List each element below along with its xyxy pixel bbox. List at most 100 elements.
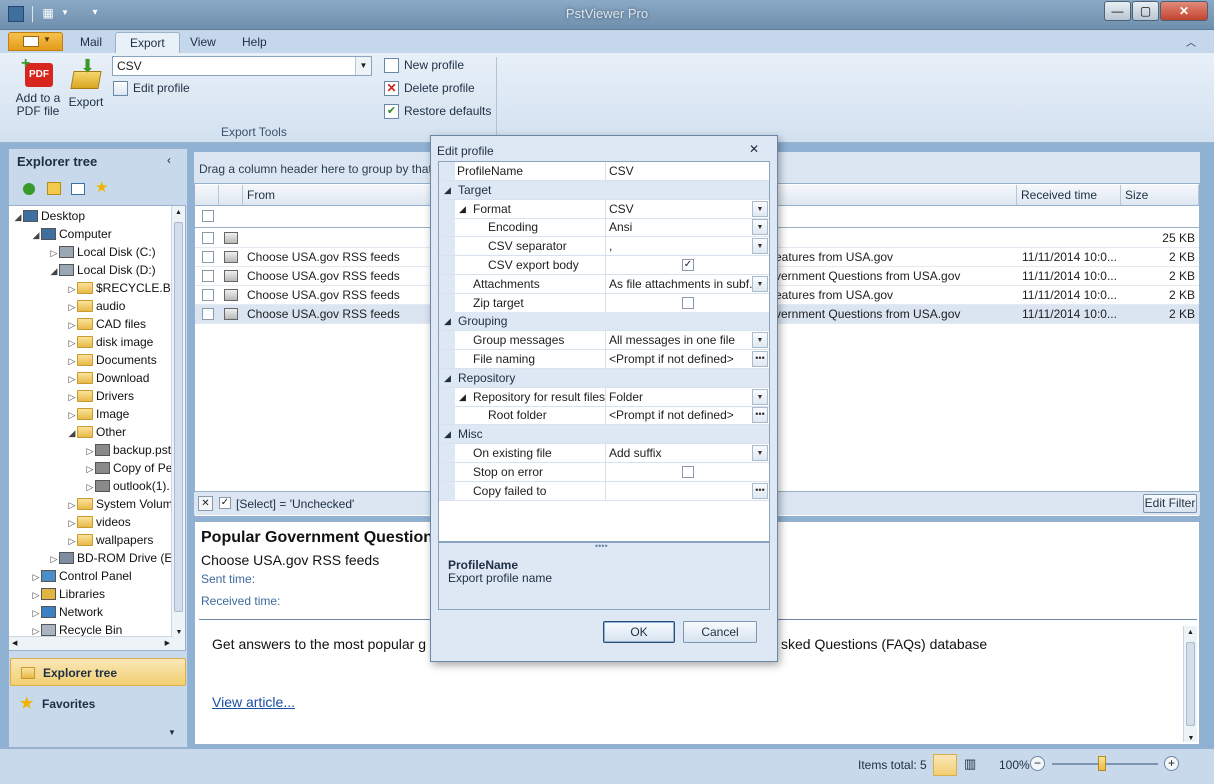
property-row[interactable]: CSV separator, ▼ — [439, 237, 769, 257]
property-value[interactable]: Ansi ▼ — [605, 218, 769, 237]
tree-node[interactable]: ◢ Computer — [9, 225, 185, 243]
dialog-close-button[interactable]: ✕ — [749, 142, 759, 156]
row-checkbox[interactable] — [202, 289, 214, 301]
scroll-right-icon[interactable]: ▶ — [165, 637, 170, 650]
collapse-arrow-icon[interactable]: ◢ — [444, 425, 451, 443]
collapse-arrow-icon[interactable]: ◢ — [13, 208, 23, 226]
tree-node[interactable]: ◢ Local Disk (D:) — [9, 261, 185, 279]
collapse-arrow-icon[interactable]: ◢ — [31, 226, 41, 244]
scroll-up-icon[interactable]: ▲ — [1184, 626, 1197, 640]
expand-arrow-icon[interactable]: ▷ — [49, 550, 59, 568]
tree-node[interactable]: ▷ BD-ROM Drive (E:) — [9, 549, 185, 567]
property-value[interactable]: CSV — [605, 162, 769, 180]
tree-node[interactable]: ▷ Image — [9, 405, 185, 423]
add-to-pdf-button[interactable]: PDF + Add to a PDF file — [14, 56, 62, 118]
nav-explorer-tree[interactable]: Explorer tree — [10, 658, 186, 686]
tree-node[interactable]: ▷ backup.pst — [9, 441, 185, 459]
scroll-thumb[interactable] — [1186, 642, 1195, 726]
select-column-header[interactable] — [195, 185, 219, 206]
tree-node[interactable]: ▷ CAD files — [9, 315, 185, 333]
property-row[interactable]: ◢ Format CSV ▼ — [439, 199, 769, 219]
delete-profile-button[interactable]: ✕ Delete profile — [384, 78, 475, 98]
tree-node[interactable]: ▷ Documents — [9, 351, 185, 369]
property-category[interactable]: ◢ Grouping — [439, 312, 769, 332]
tree-node[interactable]: ▷ Control Panel — [9, 567, 185, 585]
row-checkbox[interactable] — [202, 251, 214, 263]
expand-arrow-icon[interactable]: ▷ — [67, 280, 77, 298]
tree-node[interactable]: ▷ wallpapers — [9, 531, 185, 549]
chevron-down-icon[interactable]: ▼ — [752, 388, 768, 405]
row-checkbox[interactable] — [202, 270, 214, 282]
collapse-panel-icon[interactable]: ‹ — [167, 153, 171, 167]
close-button[interactable]: ✕ — [1160, 1, 1208, 21]
property-row[interactable]: CSV export body ✓ — [439, 256, 769, 275]
zoom-in-icon[interactable]: + — [1164, 756, 1179, 771]
property-category[interactable]: ◢ Repository — [439, 368, 769, 388]
minimize-button[interactable]: — — [1104, 1, 1131, 21]
collapse-arrow-icon[interactable]: ◢ — [67, 424, 77, 442]
received-column-header[interactable]: Received time — [1017, 185, 1121, 206]
collapse-ribbon-icon[interactable]: ︿ — [1186, 34, 1196, 49]
property-row[interactable]: ◢ Repository for result files Folder ▼ — [439, 387, 769, 407]
checkbox-checked[interactable]: ✓ — [682, 259, 694, 271]
edit-filter-button[interactable]: Edit Filter — [1143, 494, 1197, 513]
expand-arrow-icon[interactable]: ▷ — [67, 514, 77, 532]
expand-arrow-icon[interactable]: ▷ — [67, 370, 77, 388]
tree-node[interactable]: ◢ Desktop — [9, 207, 185, 225]
tree-node[interactable]: ▷ $RECYCLE.BIN — [9, 279, 185, 297]
checkbox-unchecked[interactable] — [682, 296, 694, 309]
view-article-link[interactable]: View article... — [212, 694, 295, 710]
property-row[interactable]: On existing file Add suffix ▼ — [439, 444, 769, 463]
nav-configure-icon[interactable]: ▼ — [168, 728, 176, 737]
property-value[interactable]: ✓ — [605, 256, 769, 274]
expand-arrow-icon[interactable]: ▷ — [85, 460, 95, 478]
filter-enable-checkbox[interactable]: ✓ — [219, 497, 231, 509]
expand-arrow-icon[interactable]: ▷ — [67, 496, 77, 514]
expand-arrow-icon[interactable]: ▷ — [67, 406, 77, 424]
property-value[interactable]: CSV ▼ — [605, 199, 769, 218]
scroll-down-icon[interactable]: ▼ — [172, 629, 185, 636]
property-value[interactable]: All messages in one file ▼ — [605, 331, 769, 350]
collapse-arrow-icon[interactable]: ◢ — [444, 181, 451, 199]
property-row[interactable]: Zip target — [439, 293, 769, 313]
property-row[interactable]: Attachments As file attachments in subf..… — [439, 274, 769, 294]
preview-scrollbar[interactable]: ▲ ▼ — [1183, 626, 1197, 742]
expand-arrow-icon[interactable]: ▷ — [67, 298, 77, 316]
expand-arrow-icon[interactable]: ▷ — [67, 334, 77, 352]
normal-view-icon[interactable] — [933, 754, 957, 776]
tree-node[interactable]: ▷ Copy of Pe — [9, 459, 185, 477]
checkbox-unchecked[interactable] — [682, 465, 694, 478]
tree-node[interactable]: ▷ Download — [9, 369, 185, 387]
property-category[interactable]: ◢ Misc — [439, 425, 769, 445]
chevron-down-icon[interactable]: ▼ — [752, 200, 768, 217]
property-value[interactable]: <Prompt if not defined> ••• — [605, 350, 769, 368]
expand-arrow-icon[interactable]: ▷ — [67, 352, 77, 370]
filter-checkbox[interactable] — [202, 210, 214, 222]
scroll-down-icon[interactable]: ▼ — [1184, 735, 1198, 742]
splitter-grip-icon[interactable]: •••• — [595, 541, 608, 551]
icon-column-header[interactable] — [219, 185, 243, 206]
ok-button[interactable]: OK — [603, 621, 675, 643]
expand-arrow-icon[interactable]: ▷ — [31, 604, 41, 622]
property-row[interactable]: Copy failed to ••• — [439, 481, 769, 501]
collapse-arrow-icon[interactable]: ◢ — [459, 200, 466, 218]
row-checkbox[interactable] — [202, 232, 214, 244]
tree-node[interactable]: ▷ audio — [9, 297, 185, 315]
property-row[interactable]: Stop on error — [439, 462, 769, 482]
chevron-down-icon[interactable]: ▼ — [752, 275, 768, 292]
edit-profile-button[interactable]: Edit profile — [113, 78, 190, 98]
size-column-header[interactable]: Size — [1121, 185, 1199, 206]
cancel-button[interactable]: Cancel — [683, 621, 757, 643]
tree-node[interactable]: ▷ disk image — [9, 333, 185, 351]
property-value[interactable]: , ▼ — [605, 237, 769, 256]
properties-icon[interactable] — [71, 183, 85, 195]
expand-arrow-icon[interactable]: ▷ — [67, 532, 77, 550]
property-row[interactable]: Root folder <Prompt if not defined> ••• — [439, 406, 769, 426]
ellipsis-icon[interactable]: ••• — [752, 407, 768, 424]
tree-node[interactable]: ▷ Libraries — [9, 585, 185, 603]
zoom-out-icon[interactable]: − — [1030, 756, 1045, 771]
property-row[interactable]: Encoding Ansi ▼ — [439, 218, 769, 238]
property-row[interactable]: ProfileName CSV — [439, 162, 769, 181]
scroll-left-icon[interactable]: ◀ — [12, 637, 17, 650]
tab-mail[interactable]: Mail — [66, 32, 116, 53]
